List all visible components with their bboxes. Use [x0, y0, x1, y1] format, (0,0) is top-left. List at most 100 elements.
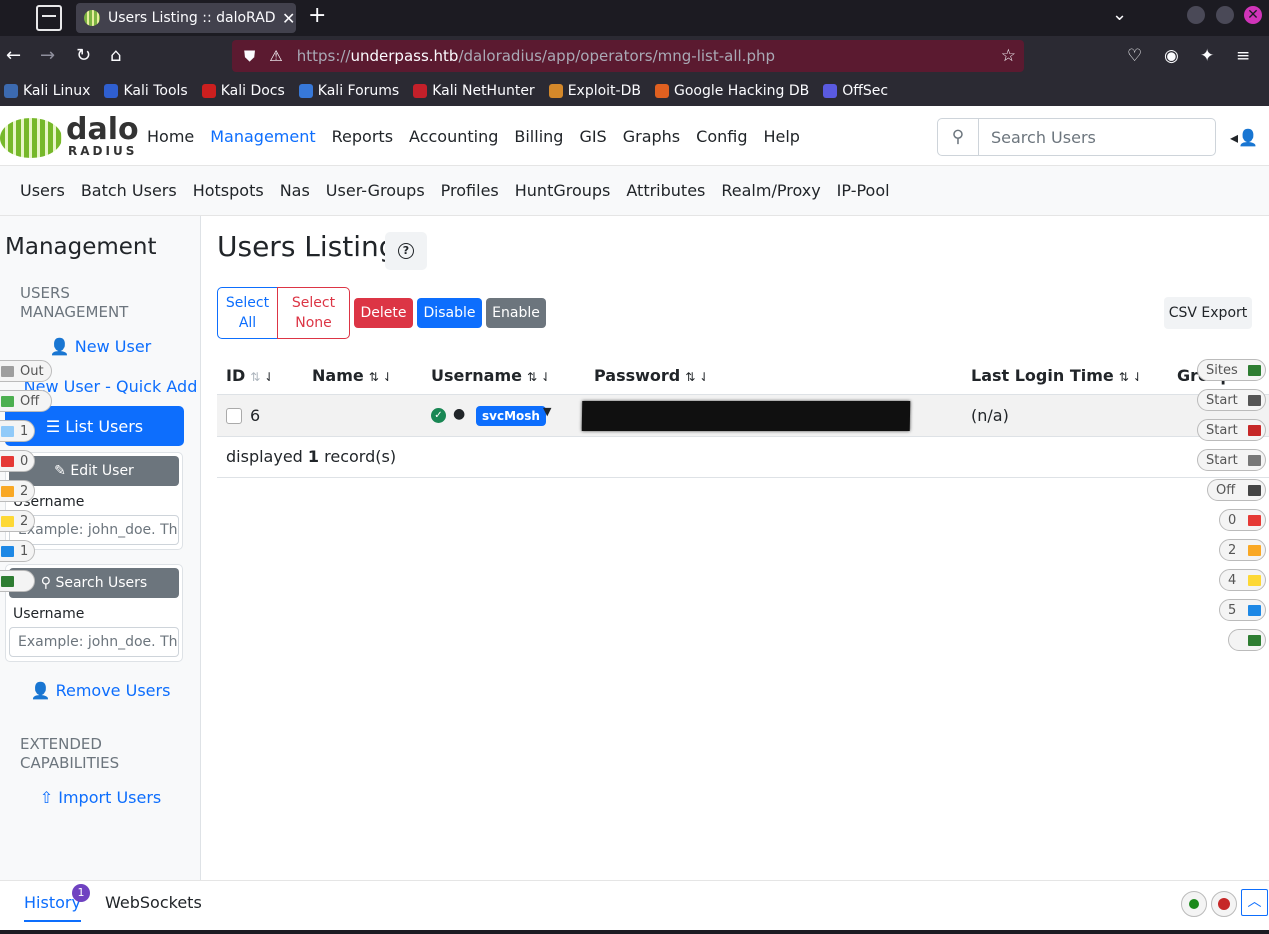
back-icon[interactable]: ←: [6, 45, 21, 66]
search-username-input[interactable]: [9, 627, 179, 657]
bookmark-item[interactable]: Kali Linux: [4, 83, 90, 99]
status-green-icon[interactable]: [1181, 891, 1207, 917]
subnav-users[interactable]: Users: [20, 181, 65, 200]
subnav-batch-users[interactable]: Batch Users: [81, 181, 177, 200]
tab-list-icon[interactable]: [36, 5, 62, 31]
subnav-realm-proxy[interactable]: Realm/Proxy: [721, 181, 820, 200]
select-none-button[interactable]: Select None: [277, 287, 350, 339]
reload-icon[interactable]: ↻: [76, 45, 91, 66]
chevron-up-icon[interactable]: ︿: [1241, 889, 1268, 916]
sort-icon[interactable]: ⇅ ⇃: [1119, 370, 1143, 384]
nav-reports[interactable]: Reports: [332, 127, 393, 146]
minimize-icon[interactable]: [1187, 6, 1205, 24]
overlay-right-toggle[interactable]: [1228, 629, 1266, 651]
overlay-right-toggle[interactable]: Off: [1207, 479, 1266, 501]
row-checkbox[interactable]: [226, 408, 242, 424]
nav-config[interactable]: Config: [696, 127, 747, 146]
nav-accounting[interactable]: Accounting: [409, 127, 498, 146]
subnav-user-groups[interactable]: User-Groups: [326, 181, 425, 200]
subnav-profiles[interactable]: Profiles: [441, 181, 499, 200]
nav-home[interactable]: Home: [147, 127, 194, 146]
overlay-left-toggle[interactable]: Out: [0, 360, 52, 382]
chevron-down-icon[interactable]: ⌄: [1112, 4, 1127, 25]
upload-icon: ⇧: [39, 788, 54, 807]
bookmark-item[interactable]: OffSec: [823, 83, 888, 99]
sort-icon[interactable]: ⇅ ⇃: [527, 370, 551, 384]
help-button[interactable]: ?: [385, 232, 427, 270]
nav-management[interactable]: Management: [210, 127, 315, 146]
csv-export-button[interactable]: CSV Export: [1164, 297, 1252, 329]
bookmark-item[interactable]: Google Hacking DB: [654, 83, 809, 99]
bookmark-item[interactable]: Kali Tools: [104, 83, 188, 99]
subnav-hotspots[interactable]: Hotspots: [193, 181, 264, 200]
subnav-huntgroups[interactable]: HuntGroups: [515, 181, 611, 200]
forward-icon[interactable]: →: [40, 45, 55, 66]
new-tab-icon[interactable]: +: [308, 3, 326, 28]
subnav-nas[interactable]: Nas: [280, 181, 310, 200]
delete-button[interactable]: Delete: [354, 298, 413, 328]
overlay-left-toggle[interactable]: 2: [0, 480, 35, 502]
col-password[interactable]: Password ⇅ ⇃: [594, 366, 709, 385]
bookmark-item[interactable]: Exploit-DB: [548, 83, 641, 99]
overlay-left-toggle[interactable]: 1: [0, 420, 35, 442]
sort-icon[interactable]: ⇅ ⇃: [685, 370, 709, 384]
overlay-left-toggle[interactable]: [0, 570, 35, 592]
disable-button[interactable]: Disable: [417, 298, 482, 328]
col-last-login[interactable]: Last Login Time ⇅ ⇃: [971, 366, 1143, 385]
subnav-attributes[interactable]: Attributes: [626, 181, 705, 200]
col-username[interactable]: Username ⇅ ⇃: [431, 366, 551, 385]
pocket-icon[interactable]: ♡: [1127, 46, 1142, 66]
browser-tab[interactable]: Users Listing :: daloRADIUS ✕: [76, 3, 296, 33]
overlay-right-toggle[interactable]: 5: [1219, 599, 1266, 621]
lock-icon[interactable]: ⚠: [269, 47, 282, 65]
overlay-left-toggle[interactable]: 0: [0, 450, 35, 472]
username-badge[interactable]: svcMosh: [476, 406, 546, 426]
tab-websockets[interactable]: WebSockets: [105, 893, 202, 912]
tracking-icon[interactable]: ⛊: [244, 47, 255, 65]
overlay-right-toggle[interactable]: 4: [1219, 569, 1266, 591]
overlay-left-toggle[interactable]: 2: [0, 510, 35, 532]
user-menu-icon[interactable]: ◂👤: [1230, 128, 1258, 147]
nav-gis[interactable]: GIS: [579, 127, 606, 146]
enable-button[interactable]: Enable: [486, 298, 546, 328]
col-id[interactable]: ID ⇅ ⇃: [226, 366, 274, 385]
page-title: Users Listing: [217, 230, 397, 263]
sort-icon[interactable]: ⇅ ⇃: [250, 370, 274, 384]
maximize-icon[interactable]: [1216, 6, 1234, 24]
caret-down-icon[interactable]: ▼: [543, 405, 551, 418]
overlay-right-toggle[interactable]: 2: [1219, 539, 1266, 561]
daloradius-logo[interactable]: dalo RADIUS: [0, 112, 139, 162]
url-bar[interactable]: ⛊ ⚠ https://underpass.htb/daloradius/app…: [232, 40, 1024, 72]
bookmark-item[interactable]: Kali Forums: [298, 83, 399, 99]
nav-help[interactable]: Help: [763, 127, 799, 146]
bookmark-item[interactable]: Kali Docs: [201, 83, 285, 99]
sub-nav: Users Batch Users Hotspots Nas User-Groups Pr…: [0, 166, 1269, 216]
overlay-right-toggle[interactable]: Start: [1197, 389, 1266, 411]
remove-users-link[interactable]: 👤 Remove Users: [0, 681, 201, 700]
overlay-right-toggle[interactable]: 0: [1219, 509, 1266, 531]
account-icon[interactable]: ◉: [1164, 46, 1179, 66]
select-all-button[interactable]: Select All: [217, 287, 278, 339]
bug-alert-icon[interactable]: [1211, 891, 1237, 917]
bookmark-item[interactable]: Kali NetHunter: [413, 83, 535, 99]
col-name[interactable]: Name ⇅ ⇃: [312, 366, 393, 385]
menu-icon[interactable]: ≡: [1236, 46, 1250, 66]
header-search-input[interactable]: [979, 119, 1209, 155]
subnav-ip-pool[interactable]: IP-Pool: [837, 181, 890, 200]
overlay-left-toggle[interactable]: Off: [0, 390, 52, 412]
window-close-icon[interactable]: ✕: [1244, 6, 1262, 24]
home-icon[interactable]: ⌂: [110, 45, 121, 66]
tab-close-icon[interactable]: ✕: [282, 9, 295, 28]
import-users-link[interactable]: ⇧ Import Users: [0, 788, 201, 807]
extensions-icon[interactable]: ✦: [1200, 46, 1214, 66]
overlay-right-toggle[interactable]: Start: [1197, 449, 1266, 471]
overlay-right-toggle[interactable]: Sites: [1197, 359, 1266, 381]
overlay-left-toggle[interactable]: 1: [0, 540, 35, 562]
nav-billing[interactable]: Billing: [514, 127, 563, 146]
bookmark-star-icon[interactable]: ☆: [1001, 46, 1016, 66]
nav-graphs[interactable]: Graphs: [623, 127, 680, 146]
sort-icon[interactable]: ⇅ ⇃: [369, 370, 393, 384]
search-icon[interactable]: ⚲: [938, 119, 979, 155]
overlay-right-toggle[interactable]: Start: [1197, 419, 1266, 441]
new-user-link[interactable]: 👤 New User: [0, 337, 201, 356]
